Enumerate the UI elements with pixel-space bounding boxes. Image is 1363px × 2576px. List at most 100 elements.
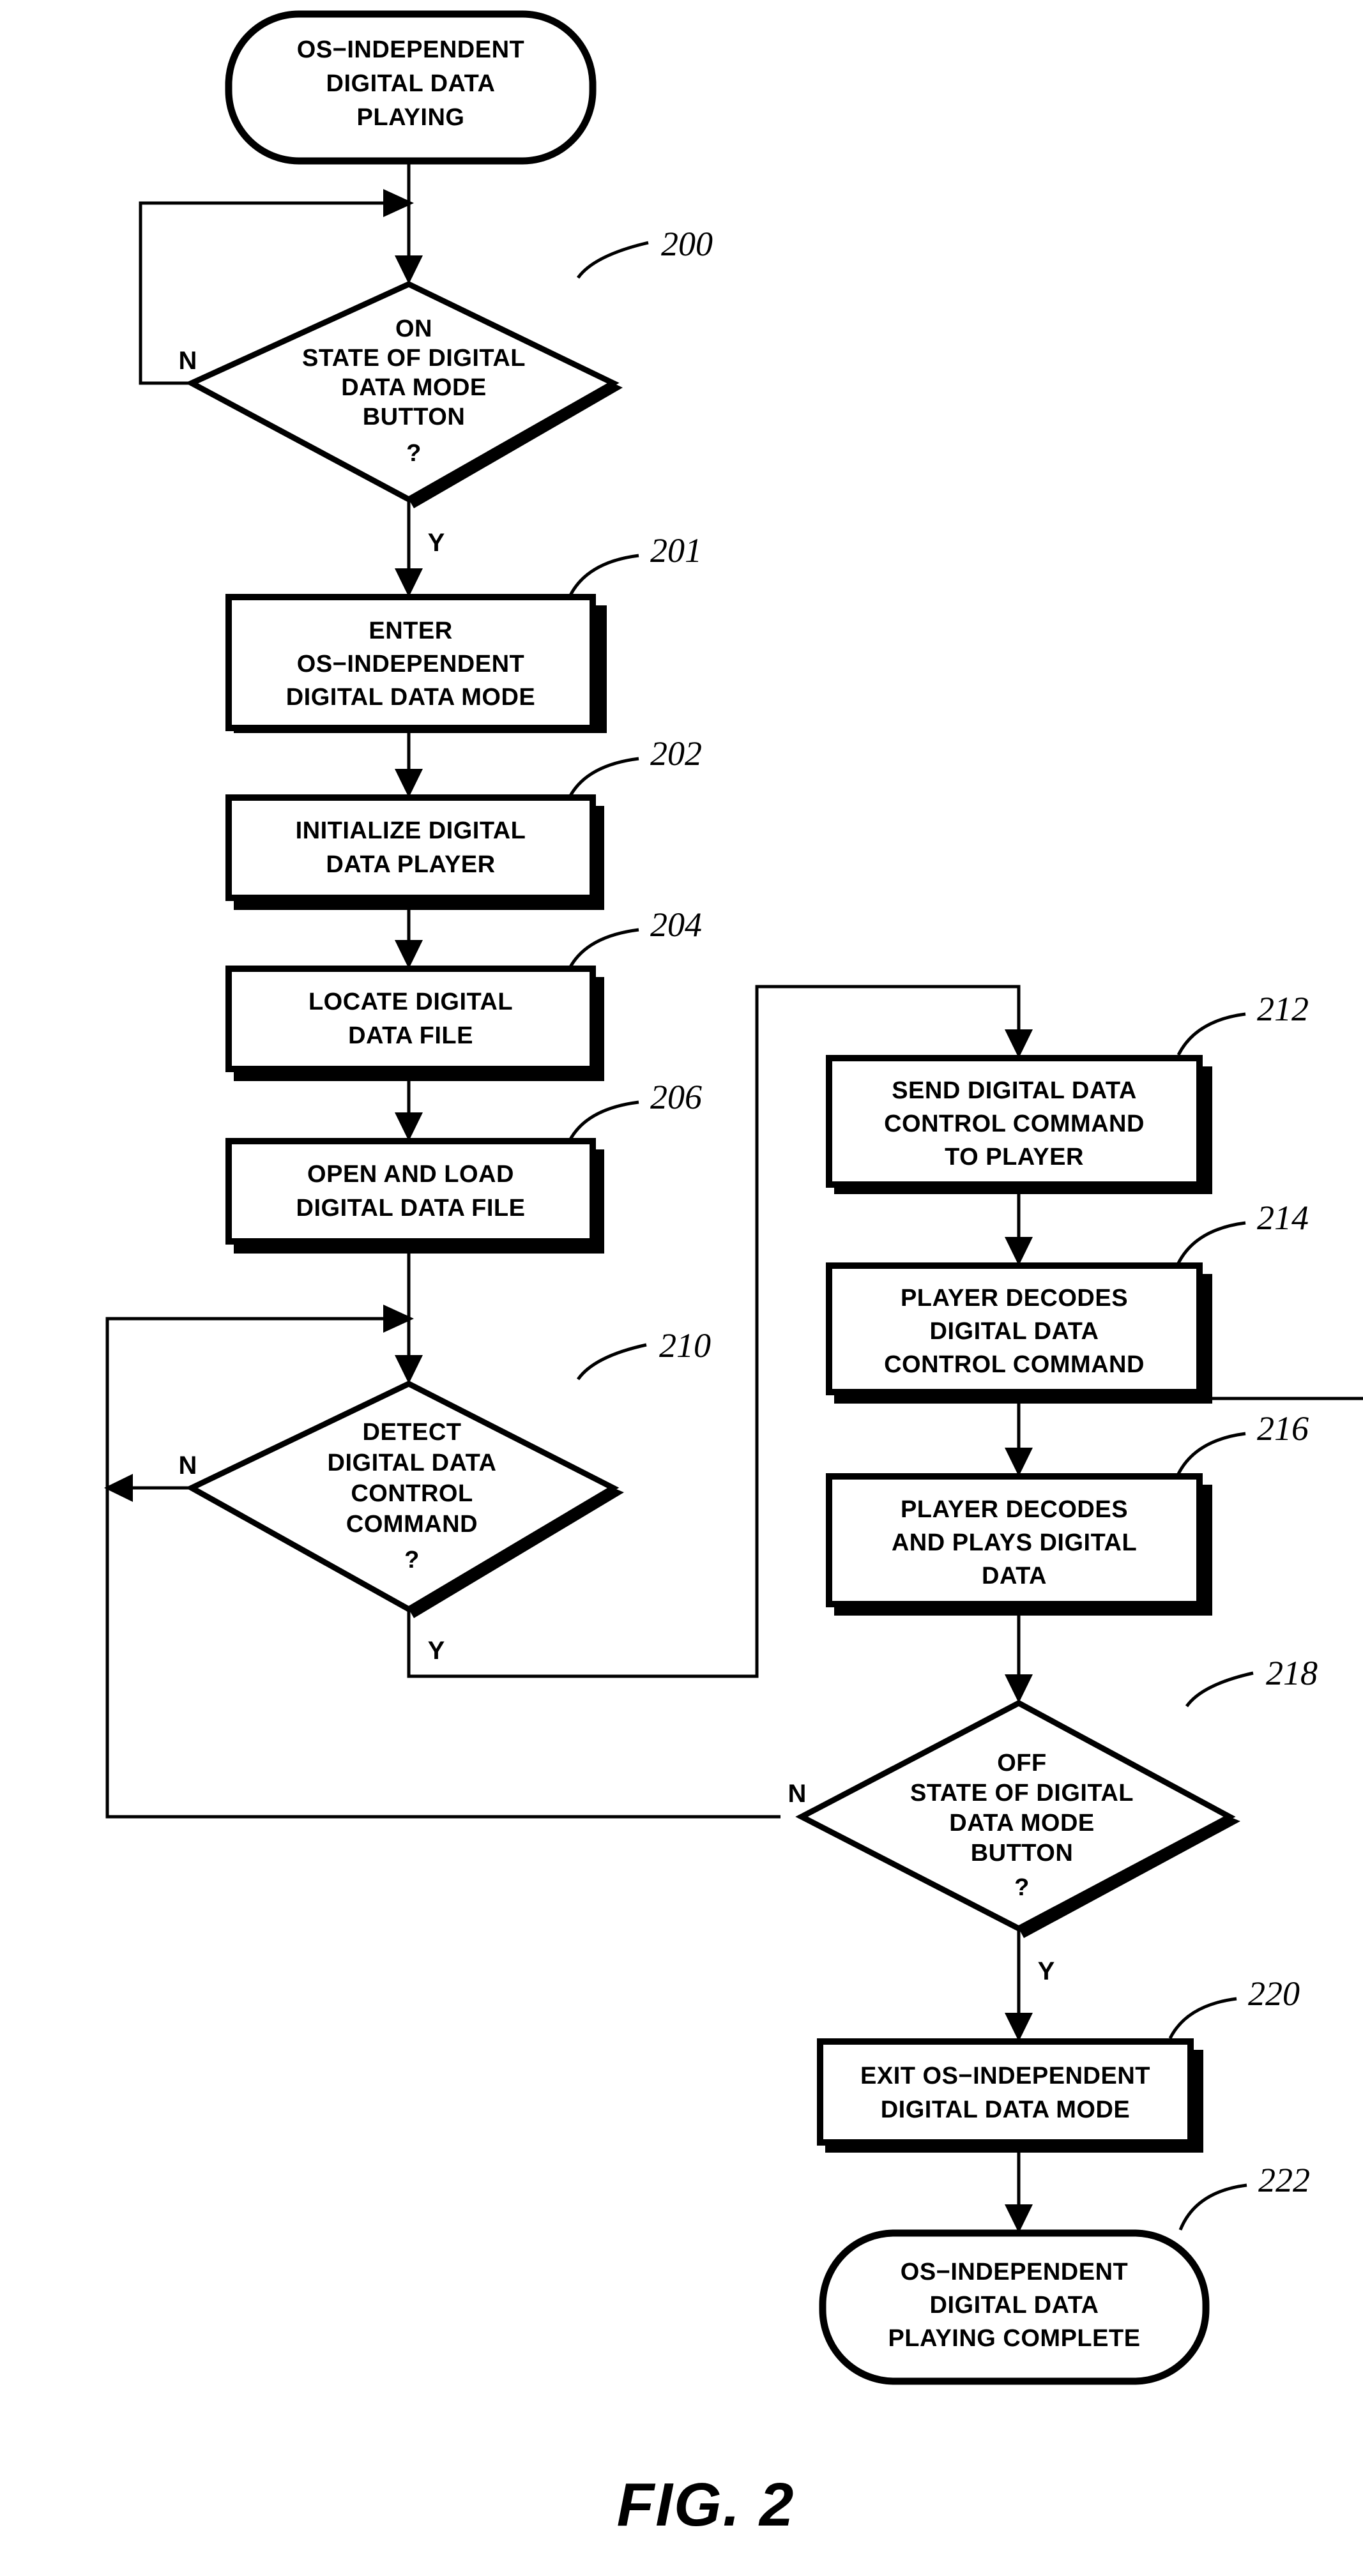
decision-218-line-1: OFF <box>997 1750 1046 1777</box>
process-220-line-1: EXIT OS−INDEPENDENT <box>860 2063 1150 2089</box>
process-216-line-3: DATA <box>982 1563 1047 1589</box>
start-line-3: PLAYING <box>357 104 465 131</box>
end-line-2: DIGITAL DATA <box>930 2292 1099 2319</box>
process-201-line-1: ENTER <box>369 617 452 644</box>
flowchart-canvas: OS−INDEPENDENT DIGITAL DATA PLAYING ON S… <box>104 10 1363 2539</box>
node-process-202: INITIALIZE DIGITAL DATA PLAYER 202 <box>225 734 702 910</box>
node-decision-218: OFF STATE OF DIGITAL DATA MODE BUTTON ? … <box>788 1654 1318 1985</box>
ref-number-212: 212 <box>1257 990 1309 1028</box>
process-204-line-2: DATA FILE <box>348 1022 473 1049</box>
ref-number-220: 220 <box>1248 1974 1300 2013</box>
ref-number-201: 201 <box>650 531 702 570</box>
node-process-206: OPEN AND LOAD DIGITAL DATA FILE 206 <box>225 1078 702 1254</box>
figure-caption: FIG. 2 <box>617 2471 795 2539</box>
node-process-216: PLAYER DECODES AND PLAYS DIGITAL DATA 21… <box>826 1409 1309 1616</box>
ref-number-200: 200 <box>661 225 713 263</box>
process-212-line-1: SEND DIGITAL DATA <box>892 1077 1137 1104</box>
decision-210-line-4: COMMAND <box>346 1511 478 1538</box>
process-206-line-2: DIGITAL DATA FILE <box>296 1195 526 1222</box>
ref-leader-200 <box>576 241 649 279</box>
decision-210-line-3: CONTROL <box>351 1480 473 1507</box>
process-216-line-2: AND PLAYS DIGITAL <box>892 1529 1137 1556</box>
node-process-214: PLAYER DECODES DIGITAL DATA CONTROL COMM… <box>826 1199 1309 1404</box>
decision-218-line-3: DATA MODE <box>949 1810 1095 1837</box>
decision-218-no-label: N <box>788 1780 807 1808</box>
process-214-line-1: PLAYER DECODES <box>901 1285 1128 1312</box>
node-process-201: ENTER OS−INDEPENDENT DIGITAL DATA MODE 2… <box>225 531 702 733</box>
decision-218-line-2: STATE OF DIGITAL <box>910 1780 1134 1807</box>
ref-leader-212 <box>1176 1012 1246 1056</box>
arrowhead-to-212 <box>1005 1029 1033 1058</box>
ref-number-214: 214 <box>1257 1199 1309 1237</box>
ref-leader-218 <box>1185 1671 1254 1708</box>
ref-number-202: 202 <box>650 734 702 773</box>
ref-leader-214 <box>1176 1221 1246 1264</box>
ref-leader-206 <box>568 1100 639 1140</box>
arrowhead-to-204 <box>395 940 423 969</box>
process-220-shape <box>817 2038 1194 2146</box>
arrowhead-to-202 <box>395 769 423 798</box>
arrowhead-to-214 <box>1005 1237 1033 1266</box>
ref-leader-216 <box>1176 1432 1246 1475</box>
decision-210-no-label: N <box>179 1451 197 1480</box>
process-202-shape <box>225 794 596 901</box>
decision-200-no-label: N <box>179 347 197 375</box>
process-204-line-1: LOCATE DIGITAL <box>308 989 513 1015</box>
decision-218-line-4: BUTTON <box>971 1840 1074 1867</box>
arrowhead-to-216 <box>1005 1448 1033 1476</box>
decision-200-line-3: DATA MODE <box>341 374 487 401</box>
decision-200-line-2: STATE OF DIGITAL <box>302 345 526 372</box>
node-process-212: SEND DIGITAL DATA CONTROL COMMAND TO PLA… <box>826 990 1309 1194</box>
decision-210-yes-label: Y <box>428 1637 445 1665</box>
process-201-line-2: OS−INDEPENDENT <box>297 651 524 678</box>
ref-number-218: 218 <box>1266 1654 1318 1692</box>
ref-number-210: 210 <box>659 1326 711 1365</box>
end-line-3: PLAYING COMPLETE <box>888 2325 1140 2352</box>
ref-number-216: 216 <box>1257 1409 1309 1448</box>
decision-210-line-5: ? <box>404 1547 420 1573</box>
ref-leader-220 <box>1168 1997 1237 2040</box>
arrowhead-to-201 <box>395 568 423 597</box>
start-line-2: DIGITAL DATA <box>326 70 496 97</box>
ref-number-222: 222 <box>1258 2161 1310 2199</box>
ref-leader-202 <box>568 757 639 797</box>
node-process-204: LOCATE DIGITAL DATA FILE 204 <box>225 905 702 1081</box>
process-220-line-2: DIGITAL DATA MODE <box>881 2096 1131 2123</box>
arrowhead-to-200 <box>395 255 423 284</box>
ref-number-204: 204 <box>650 905 702 944</box>
ref-leader-204 <box>568 928 639 968</box>
process-206-line-1: OPEN AND LOAD <box>307 1161 514 1188</box>
decision-210-line-1: DETECT <box>363 1419 462 1446</box>
decision-218-yes-label: Y <box>1038 1957 1055 1985</box>
decision-200-line-4: BUTTON <box>363 404 466 430</box>
ref-number-206: 206 <box>650 1078 702 1116</box>
patent-figure: OS−INDEPENDENT DIGITAL DATA PLAYING ON S… <box>0 0 1363 2576</box>
ref-leader-210 <box>576 1343 647 1381</box>
process-214-line-3: CONTROL COMMAND <box>884 1351 1145 1378</box>
node-decision-200: ON STATE OF DIGITAL DATA MODE BUTTON ? N… <box>179 225 713 557</box>
end-line-1: OS−INDEPENDENT <box>901 2259 1128 2285</box>
process-212-line-2: CONTROL COMMAND <box>884 1110 1145 1137</box>
ref-leader-222 <box>1178 2183 1247 2231</box>
node-decision-210: DETECT DIGITAL DATA CONTROL COMMAND ? N … <box>179 1326 711 1665</box>
start-line-1: OS−INDEPENDENT <box>297 36 524 63</box>
arrowhead-to-222 <box>1005 2204 1033 2233</box>
process-202-line-2: DATA PLAYER <box>326 851 495 878</box>
node-end-terminator-222: OS−INDEPENDENT DIGITAL DATA PLAYING COMP… <box>819 2161 1310 2385</box>
decision-218-line-5: ? <box>1014 1874 1030 1901</box>
decision-200-line-1: ON <box>395 315 432 342</box>
decision-200-line-5: ? <box>406 440 422 467</box>
arrowhead-to-220 <box>1005 2013 1033 2042</box>
process-206-shape <box>225 1138 596 1245</box>
process-201-line-3: DIGITAL DATA MODE <box>286 684 536 711</box>
arrowhead-to-218 <box>1005 1674 1033 1703</box>
node-start-terminator: OS−INDEPENDENT DIGITAL DATA PLAYING <box>225 10 597 165</box>
process-204-shape <box>225 966 596 1072</box>
arrowhead-to-210 <box>395 1355 423 1384</box>
decision-200-yes-label: Y <box>428 529 445 557</box>
decision-210-line-2: DIGITAL DATA <box>328 1450 497 1476</box>
process-212-line-3: TO PLAYER <box>945 1144 1084 1171</box>
arrowhead-to-206 <box>395 1112 423 1141</box>
node-process-220: EXIT OS−INDEPENDENT DIGITAL DATA MODE 22… <box>817 1974 1300 2153</box>
process-216-line-1: PLAYER DECODES <box>901 1496 1128 1523</box>
